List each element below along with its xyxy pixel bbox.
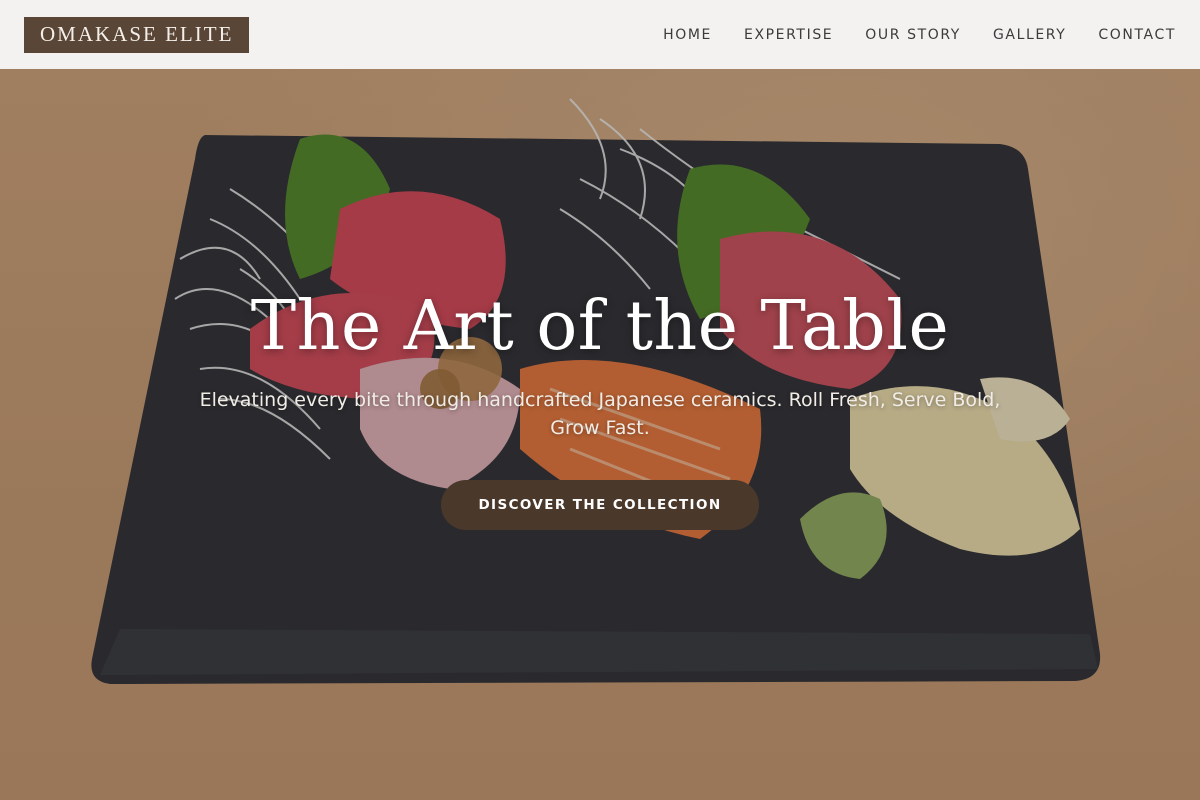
nav-item-expertise[interactable]: EXPERTISE [744, 27, 833, 43]
nav-item-contact[interactable]: CONTACT [1098, 27, 1176, 43]
discover-collection-button[interactable]: DISCOVER THE COLLECTION [441, 480, 759, 530]
nav-item-gallery[interactable]: GALLERY [993, 27, 1066, 43]
brand-logo[interactable]: OMAKASE ELITE [24, 16, 250, 53]
hero-content: The Art of the Table Elevating every bit… [0, 69, 1200, 800]
hero-section: The Art of the Table Elevating every bit… [0, 69, 1200, 800]
nav-item-home[interactable]: HOME [663, 27, 712, 43]
hero-subtitle: Elevating every bite through handcrafted… [199, 389, 1001, 439]
nav-item-our-story[interactable]: OUR STORY [865, 27, 961, 43]
site-header: OMAKASE ELITE HOME EXPERTISE OUR STORY G… [0, 0, 1200, 69]
main-nav: HOME EXPERTISE OUR STORY GALLERY CONTACT [663, 27, 1176, 43]
hero-title: The Art of the Table [250, 287, 950, 366]
